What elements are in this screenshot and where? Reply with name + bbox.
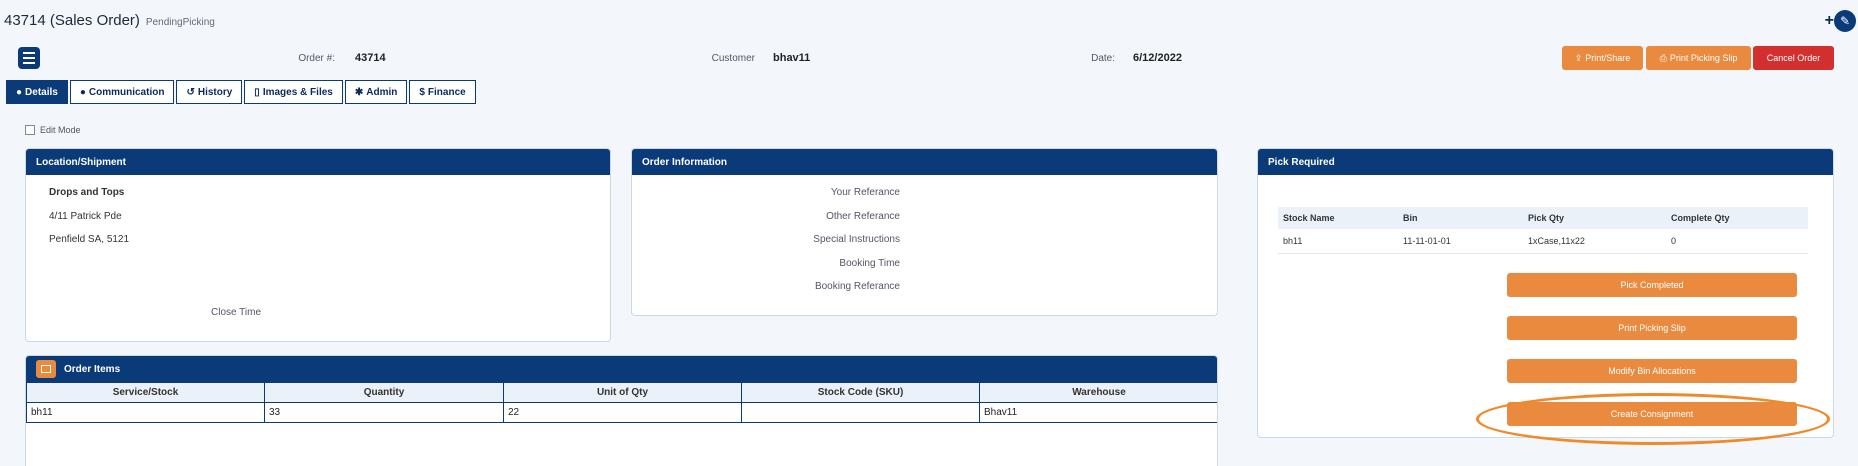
order-items-title: Order Items	[64, 363, 121, 375]
items-table-header-row: Service/Stock Quantity Unit of Qty Stock…	[26, 382, 1217, 403]
tab-finance-label: Finance	[427, 86, 466, 98]
close-time-label: Close Time	[211, 307, 262, 318]
order-items-panel: Order Items Service/Stock Quantity Unit …	[25, 355, 1218, 466]
highlight-annotation	[1476, 393, 1830, 445]
location-name: Drops and Tops	[49, 187, 125, 198]
tab-communication-label: Communication	[88, 86, 165, 98]
items-col-service-stock[interactable]: Service/Stock	[26, 382, 265, 403]
pick-required-panel: Pick Required Stock Name Bin Pick Qty Co…	[1257, 148, 1834, 438]
location-shipment-panel: Location/Shipment Drops and Tops 4/11 Pa…	[25, 148, 611, 342]
tab-admin-label: Admin	[366, 86, 398, 98]
customer-label: Customer	[711, 53, 755, 64]
order-items-table: Service/Stock Quantity Unit of Qty Stock…	[26, 382, 1217, 423]
share-icon: ⇪	[1574, 52, 1583, 63]
add-icon[interactable]: +	[1825, 12, 1834, 30]
print-picking-slip-button[interactable]: Print Picking Slip	[1507, 316, 1797, 340]
printer-icon: ⎙	[1659, 52, 1667, 63]
page-title: 43714 (Sales Order) PendingPicking	[4, 12, 215, 29]
tab-communication[interactable]: ● Communication	[69, 80, 175, 104]
date-value: 6/12/2022	[1133, 52, 1182, 64]
tab-details-label: Details	[25, 86, 58, 98]
order-information-panel: Order Information Your Referance Other R…	[631, 148, 1218, 316]
items-col-quantity[interactable]: Quantity	[264, 382, 504, 403]
tag-icon[interactable]: ✎	[1834, 10, 1856, 32]
pick-completed-button[interactable]: Pick Completed	[1507, 273, 1797, 297]
edit-mode-label: Edit Mode	[40, 125, 81, 135]
items-col-stock-code[interactable]: Stock Code (SKU)	[741, 382, 980, 403]
pick-col-stock-name: Stock Name	[1278, 207, 1398, 229]
status-label: PendingPicking	[145, 17, 215, 28]
tab-details[interactable]: ● Details	[6, 80, 68, 104]
tab-history-label: History	[197, 86, 233, 98]
print-share-label: Print/Share	[1585, 53, 1631, 63]
date-label: Date:	[1091, 53, 1115, 64]
order-title: 43714 (Sales Order)	[4, 12, 140, 29]
dollar-icon: $	[419, 86, 425, 98]
items-col-warehouse[interactable]: Warehouse	[979, 382, 1217, 403]
booking-time-label: Booking Time	[839, 258, 900, 269]
items-col-unit-of-qty[interactable]: Unit of Qty	[503, 382, 742, 403]
hamburger-menu-icon[interactable]	[18, 47, 40, 69]
pick-table: Stock Name Bin Pick Qty Complete Qty bh1…	[1278, 207, 1808, 254]
columns-icon[interactable]	[36, 360, 56, 378]
booking-reference-label: Booking Referance	[814, 281, 900, 292]
gear-icon: ✱	[354, 86, 364, 98]
print-picking-slip-header-button[interactable]: ⎙ Print Picking Slip	[1646, 46, 1751, 70]
print-share-button[interactable]: ⇪ Print/Share	[1562, 46, 1643, 70]
history-icon: ↺	[186, 86, 195, 98]
items-cell-quantity: 33	[264, 402, 504, 423]
your-reference-label: Your Referance	[830, 187, 900, 198]
pick-col-pick-qty: Pick Qty	[1523, 207, 1666, 229]
table-row: bh11 11-11-01-01 1xCase,11x22 0	[1278, 229, 1808, 254]
location-address-line2: Penfield SA, 5121	[49, 234, 130, 245]
tab-images-files-label: Images & Files	[262, 86, 333, 98]
pick-cell-stock-name: bh11	[1278, 229, 1398, 254]
file-icon: ▯	[254, 86, 260, 98]
table-row[interactable]: bh11 33 22 Bhav11	[26, 402, 1217, 423]
items-cell-stock-code	[741, 402, 980, 423]
cancel-order-button[interactable]: Cancel Order	[1753, 46, 1834, 70]
pick-col-bin: Bin	[1398, 207, 1523, 229]
pick-cell-bin: 11-11-01-01	[1398, 229, 1523, 254]
customer-value: bhav11	[773, 52, 811, 64]
order-info-panel-header: Order Information	[632, 149, 1217, 175]
modify-bin-allocations-button[interactable]: Modify Bin Allocations	[1507, 359, 1797, 383]
items-cell-service-stock: bh11	[26, 402, 265, 423]
tab-bar: ● Details ● Communication ↺ History ▯ Images…	[6, 80, 476, 104]
edit-mode-checkbox[interactable]	[25, 125, 35, 135]
cancel-order-label: Cancel Order	[1766, 53, 1821, 63]
location-address-line1: 4/11 Patrick Pde	[49, 211, 122, 222]
pick-table-header-row: Stock Name Bin Pick Qty Complete Qty	[1278, 207, 1808, 229]
order-items-panel-header: Order Items	[26, 356, 1217, 382]
pick-cell-complete-qty: 0	[1666, 229, 1808, 254]
items-cell-unit-of-qty: 22	[503, 402, 742, 423]
pick-col-complete-qty: Complete Qty	[1666, 207, 1808, 229]
special-instructions-label: Special Instructions	[813, 234, 900, 245]
tab-images-files[interactable]: ▯ Images & Files	[244, 80, 343, 104]
comment-icon: ●	[79, 86, 86, 98]
order-number-value: 43714	[355, 52, 386, 64]
order-number-label: Order #:	[298, 53, 335, 64]
items-cell-warehouse: Bhav11	[979, 402, 1217, 423]
other-reference-label: Other Referance	[826, 211, 900, 222]
print-picking-label: Print Picking Slip	[1669, 53, 1738, 63]
user-icon: ●	[16, 86, 23, 98]
pick-panel-header: Pick Required	[1258, 149, 1833, 175]
tab-history[interactable]: ↺ History	[176, 80, 243, 104]
location-panel-header: Location/Shipment	[26, 149, 610, 175]
edit-mode-toggle[interactable]: Edit Mode	[25, 125, 81, 135]
tab-admin[interactable]: ✱ Admin	[344, 80, 408, 104]
tab-finance[interactable]: $ Finance	[409, 80, 476, 104]
pick-cell-pick-qty: 1xCase,11x22	[1523, 229, 1666, 254]
